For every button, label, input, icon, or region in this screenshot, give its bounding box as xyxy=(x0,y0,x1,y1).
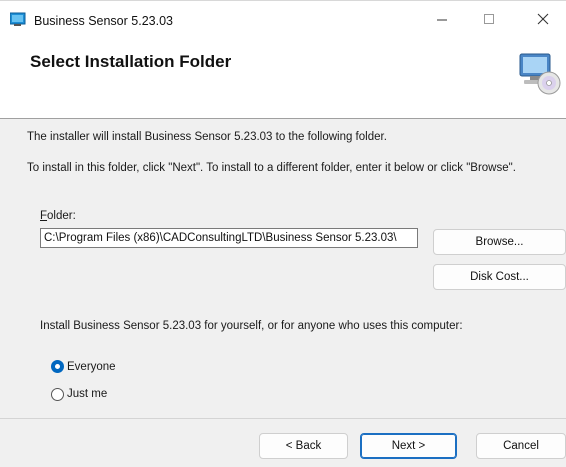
maximize-button[interactable] xyxy=(466,1,512,37)
close-button[interactable] xyxy=(520,1,566,37)
minimize-button[interactable] xyxy=(419,1,465,37)
back-button[interactable]: < Back xyxy=(259,433,348,459)
just-me-radio[interactable] xyxy=(51,388,64,401)
browse-button[interactable]: Browse... xyxy=(433,229,566,255)
folder-label: Folder: xyxy=(40,210,76,222)
everyone-radio[interactable] xyxy=(51,360,64,373)
window-title-bar: Business Sensor 5.23.03 xyxy=(0,0,566,41)
maximize-icon xyxy=(484,14,494,24)
disk-cost-button[interactable]: Disk Cost... xyxy=(433,264,566,290)
everyone-radio-label[interactable]: Everyone xyxy=(67,361,116,373)
install-scope-prompt: Install Business Sensor 5.23.03 for your… xyxy=(40,320,463,332)
close-icon xyxy=(537,13,549,25)
folder-label-text: older: xyxy=(47,210,76,222)
footer-divider xyxy=(0,418,566,419)
instructions-text: To install in this folder, click "Next".… xyxy=(27,162,516,174)
just-me-radio-label[interactable]: Just me xyxy=(67,388,107,400)
window-title: Business Sensor 5.23.03 xyxy=(34,14,173,28)
computer-cd-setup-icon xyxy=(519,53,561,95)
installer-app-icon xyxy=(10,12,26,26)
folder-label-accelerator: F xyxy=(40,210,48,222)
minimize-icon xyxy=(437,19,447,21)
cancel-button[interactable]: Cancel xyxy=(476,433,566,459)
dialog-header: Select Installation Folder xyxy=(0,40,566,119)
page-title: Select Installation Folder xyxy=(30,52,232,71)
next-button[interactable]: Next > xyxy=(360,433,457,459)
intro-text: The installer will install Business Sens… xyxy=(27,131,387,143)
folder-path-input[interactable] xyxy=(40,228,418,248)
